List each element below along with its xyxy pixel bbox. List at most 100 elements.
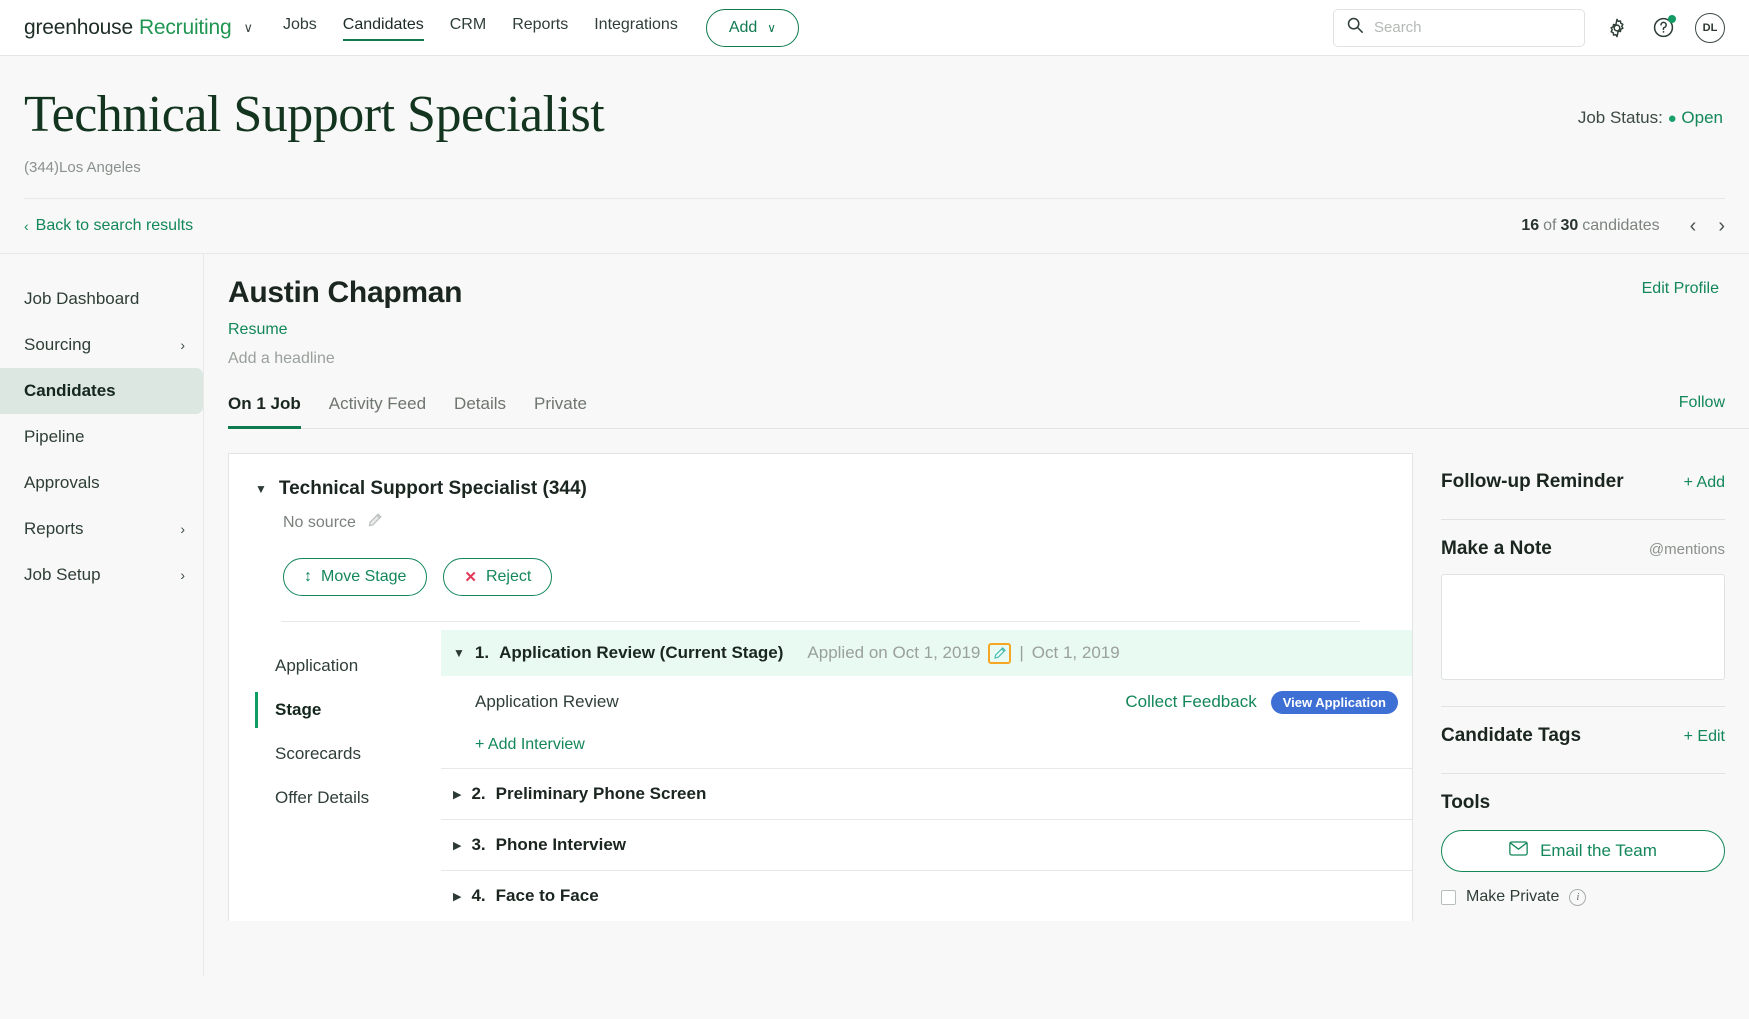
sidebar-item-reports[interactable]: Reports › <box>0 506 203 552</box>
avatar[interactable]: DL <box>1695 12 1725 43</box>
resume-link[interactable]: Resume <box>228 321 288 339</box>
nav-item-jobs[interactable]: Jobs <box>283 15 317 41</box>
sidebar-item-label: Job Dashboard <box>24 289 140 309</box>
followup-reminder-title: Follow-up Reminder <box>1441 471 1624 493</box>
source-label: No source <box>283 514 356 532</box>
nav-item-integrations[interactable]: Integrations <box>594 15 678 41</box>
back-to-search-results-link[interactable]: ‹ Back to search results <box>24 217 193 235</box>
content-row: ▼ Technical Support Specialist (344) No … <box>228 453 1749 922</box>
nav-item-candidates[interactable]: Candidates <box>342 15 424 41</box>
sidebar-item-candidates[interactable]: Candidates <box>0 368 203 415</box>
candidate-header: Austin Chapman Resume Add a headline Edi… <box>228 276 1749 368</box>
tags-header: Candidate Tags + Edit <box>1441 725 1725 747</box>
tab-activity-feed[interactable]: Activity Feed <box>329 394 426 429</box>
mentions-hint[interactable]: @mentions <box>1649 541 1725 558</box>
card-title-row[interactable]: ▼ Technical Support Specialist (344) <box>255 478 1386 500</box>
next-candidate-button[interactable]: › <box>1718 216 1725 236</box>
primary-nav-links: Jobs Candidates CRM Reports Integrations <box>283 15 678 41</box>
sidebar-item-job-dashboard[interactable]: Job Dashboard <box>0 276 203 322</box>
view-application-button[interactable]: View Application <box>1270 690 1398 714</box>
chevron-left-icon: ‹ <box>24 218 29 235</box>
stage-nav-offer-details[interactable]: Offer Details <box>255 776 441 820</box>
sidebar-item-approvals[interactable]: Approvals <box>0 460 203 506</box>
job-application-card: ▼ Technical Support Specialist (344) No … <box>228 453 1413 922</box>
headline-placeholder[interactable]: Add a headline <box>228 350 1749 368</box>
candidate-tabs: On 1 Job Activity Feed Details Private F… <box>228 394 1749 430</box>
triangle-right-icon[interactable]: ▶ <box>453 788 461 801</box>
triangle-right-icon[interactable]: ▶ <box>453 890 461 903</box>
triangle-down-icon[interactable]: ▼ <box>255 482 267 496</box>
brand-logo[interactable]: greenhouse Recruiting ∨ <box>24 16 253 40</box>
job-status-label: Job Status: <box>1577 108 1663 127</box>
followup-header: Follow-up Reminder + Add <box>1441 471 1725 493</box>
envelope-icon <box>1509 841 1528 861</box>
status-badge: Open <box>1681 108 1723 127</box>
status-dot-icon: ● <box>1667 110 1677 127</box>
candidate-subheader: ‹ Back to search results 16 of 30 candid… <box>0 199 1749 253</box>
tab-private[interactable]: Private <box>534 394 587 429</box>
info-icon[interactable]: i <box>1569 888 1587 906</box>
brand-chevron-down-icon[interactable]: ∨ <box>243 20 253 36</box>
edit-applied-date-pencil-icon[interactable] <box>988 642 1012 664</box>
main-content-column: Austin Chapman Resume Add a headline Edi… <box>203 253 1749 977</box>
count-of-label: of <box>1543 217 1557 235</box>
move-stage-button[interactable]: ↕ Move Stage <box>283 558 428 597</box>
interview-actions: Collect Feedback View Application <box>1125 690 1398 714</box>
source-row: No source <box>283 512 1386 534</box>
edit-tags-button[interactable]: + Edit <box>1684 728 1725 746</box>
brand-recruiting-text: Recruiting <box>138 15 232 39</box>
sidebar-item-label: Sourcing <box>24 335 92 355</box>
stage-list: ▼ 1. Application Review (Current Stage) … <box>441 622 1412 921</box>
current-stage-row[interactable]: ▼ 1. Application Review (Current Stage) … <box>441 630 1412 677</box>
sidebar-item-pipeline[interactable]: Pipeline <box>0 414 203 460</box>
edit-profile-link[interactable]: Edit Profile <box>1642 280 1719 298</box>
reject-button[interactable]: ✕ Reject <box>443 558 553 597</box>
stage-number: 2. <box>471 784 486 804</box>
tab-on-1-job[interactable]: On 1 Job <box>228 394 301 430</box>
chevron-right-icon: › <box>180 521 185 538</box>
add-followup-button[interactable]: + Add <box>1684 474 1725 492</box>
followup-reminder-section: Follow-up Reminder + Add <box>1441 453 1725 521</box>
sidebar-item-label: Reports <box>24 519 84 539</box>
stage-row[interactable]: ▶ 3. Phone Interview <box>441 819 1412 870</box>
stage-sub-nav: Application Stage Scorecards Offer Detai… <box>255 622 441 921</box>
stage-row[interactable]: ▶ 2. Preliminary Phone Screen <box>441 768 1412 819</box>
stage-name: Preliminary Phone Screen <box>495 784 707 804</box>
stage-number: 1. <box>474 643 490 663</box>
pencil-icon[interactable] <box>366 512 383 534</box>
help-notification-dot <box>1668 14 1676 23</box>
job-header: Technical Support Specialist (344)Los An… <box>0 56 1749 200</box>
tab-details[interactable]: Details <box>454 394 506 429</box>
search-input[interactable] <box>1374 19 1572 36</box>
reject-label: Reject <box>485 568 532 586</box>
left-sidebar: Job Dashboard Sourcing › Candidates Pipe… <box>0 253 203 976</box>
global-search[interactable] <box>1333 8 1585 47</box>
note-header: Make a Note @mentions <box>1441 538 1725 560</box>
settings-gear-icon[interactable] <box>1603 14 1631 42</box>
tools-section: Tools Email the Team Make Private i <box>1441 774 1725 906</box>
candidate-tags-section: Candidate Tags + Edit <box>1441 707 1725 775</box>
stage-row[interactable]: ▶ 4. Face to Face <box>441 870 1412 921</box>
sidebar-item-sourcing[interactable]: Sourcing › <box>0 322 203 368</box>
collect-feedback-link[interactable]: Collect Feedback <box>1125 692 1256 712</box>
card-header: ▼ Technical Support Specialist (344) No … <box>229 454 1412 623</box>
email-the-team-button[interactable]: Email the Team <box>1441 830 1725 873</box>
sidebar-item-label: Pipeline <box>24 427 85 447</box>
stage-nav-scorecards[interactable]: Scorecards <box>255 732 441 776</box>
triangle-down-icon[interactable]: ▼ <box>453 646 465 660</box>
note-textarea[interactable] <box>1441 574 1725 681</box>
triangle-right-icon[interactable]: ▶ <box>453 839 461 852</box>
stage-nav-stage[interactable]: Stage <box>255 688 441 732</box>
follow-link[interactable]: Follow <box>1679 394 1725 428</box>
nav-item-crm[interactable]: CRM <box>450 15 486 41</box>
nav-item-reports[interactable]: Reports <box>512 15 568 41</box>
add-button[interactable]: Add ∨ <box>705 8 800 47</box>
page-title: Technical Support Specialist <box>24 86 605 143</box>
job-status: Job Status: ● Open <box>1578 108 1723 128</box>
help-question-icon[interactable] <box>1649 14 1677 42</box>
make-private-checkbox[interactable] <box>1441 889 1456 905</box>
add-interview-link[interactable]: + Add Interview <box>441 728 1412 768</box>
sidebar-item-job-setup[interactable]: Job Setup › <box>0 552 203 598</box>
stage-nav-application[interactable]: Application <box>255 644 441 688</box>
previous-candidate-button[interactable]: ‹ <box>1690 216 1697 236</box>
